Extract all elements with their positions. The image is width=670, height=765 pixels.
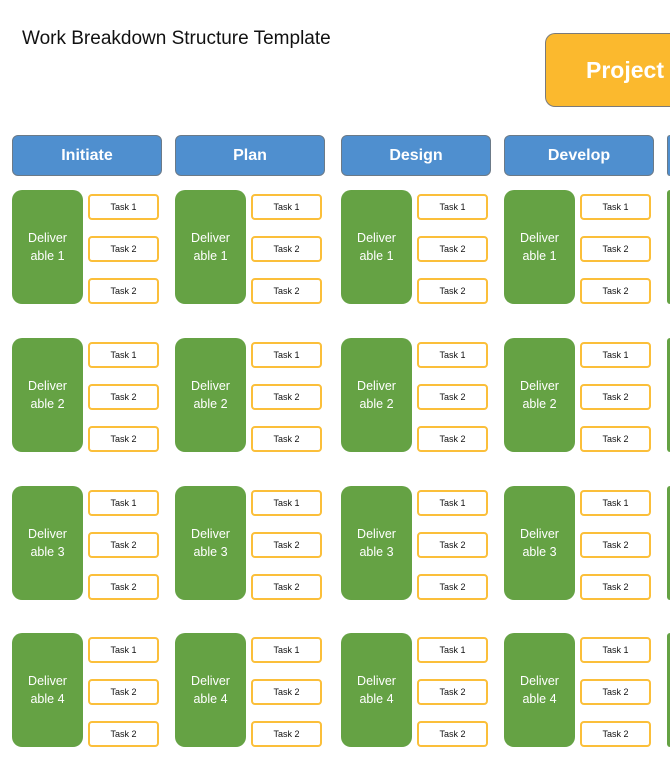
deliverable-group: Deliver able 4 Task 1 Task 2 Task 2 (12, 633, 162, 748)
deliverable-group: Deliver able 4 Task 1 Task 2 Task 2 (341, 633, 491, 748)
task-box[interactable]: Task 1 (88, 490, 159, 516)
deliverable-group: Deliver able 4 Task 1 Task 2 Task 2 (504, 633, 654, 748)
task-box[interactable]: Task 2 (417, 384, 488, 410)
phase-column: Initiate Deliver able 1 Task 1 Task 2 Task 2… (12, 135, 162, 747)
deliverable-box[interactable]: Deliver able 1 (12, 190, 83, 304)
task-box[interactable]: Task 1 (580, 342, 651, 368)
deliverable-box[interactable]: Deliver able 2 (12, 338, 83, 452)
deliverable-group: Deliver able 2 Task 1 Task 2 Task 2 (341, 338, 491, 453)
task-box[interactable]: Task 2 (580, 679, 651, 705)
deliverable-group: Deliver able 2 Task 1 Task 2 Task 2 (175, 338, 325, 453)
task-box[interactable]: Task 2 (417, 532, 488, 558)
task-box[interactable]: Task 1 (580, 490, 651, 516)
task-box[interactable]: Task 2 (251, 532, 322, 558)
deliverable-box[interactable]: Deliver able 1 (341, 190, 412, 304)
deliverable-box[interactable]: Deliver able 2 (504, 338, 575, 452)
deliverable-box[interactable]: Deliver able 3 (12, 486, 83, 600)
task-box[interactable]: Task 1 (580, 637, 651, 663)
task-box[interactable]: Task 1 (251, 194, 322, 220)
deliverable-box[interactable]: Deliver able 3 (341, 486, 412, 600)
task-box[interactable]: Task 1 (88, 194, 159, 220)
task-box[interactable]: Task 2 (251, 426, 322, 452)
task-box[interactable]: Task 2 (417, 721, 488, 747)
task-box[interactable]: Task 2 (88, 426, 159, 452)
task-box[interactable]: Task 1 (88, 342, 159, 368)
project-box[interactable]: Project (545, 33, 670, 107)
task-box[interactable]: Task 2 (88, 384, 159, 410)
task-box[interactable]: Task 2 (251, 574, 322, 600)
phase-header[interactable]: Design (341, 135, 491, 176)
phase-header[interactable]: Initiate (12, 135, 162, 176)
task-box[interactable]: Task 2 (251, 236, 322, 262)
task-box[interactable]: Task 2 (417, 426, 488, 452)
phase-header[interactable]: Develop (504, 135, 654, 176)
page-title: Work Breakdown Structure Template (22, 28, 331, 49)
deliverable-group: Deliver able 4 Task 1 Task 2 Task 2 (175, 633, 325, 748)
task-box[interactable]: Task 2 (251, 278, 322, 304)
task-box[interactable]: Task 2 (417, 679, 488, 705)
task-box[interactable]: Task 2 (417, 236, 488, 262)
task-box[interactable]: Task 2 (88, 278, 159, 304)
task-box[interactable]: Task 1 (417, 194, 488, 220)
task-box[interactable]: Task 2 (417, 574, 488, 600)
deliverable-box[interactable]: Deliver able 4 (504, 633, 575, 747)
task-box[interactable]: Task 2 (88, 532, 159, 558)
task-box[interactable]: Task 2 (580, 532, 651, 558)
task-box[interactable]: Task 1 (251, 342, 322, 368)
task-box[interactable]: Task 1 (251, 637, 322, 663)
deliverable-group: Deliver able 3 Task 1 Task 2 Task 2 (175, 486, 325, 601)
task-box[interactable]: Task 2 (580, 278, 651, 304)
deliverable-box[interactable]: Deliver able 2 (175, 338, 246, 452)
deliverable-box[interactable]: Deliver able 3 (504, 486, 575, 600)
task-box[interactable]: Task 2 (88, 236, 159, 262)
task-box[interactable]: Task 1 (417, 342, 488, 368)
deliverable-group: Deliver able 3 Task 1 Task 2 Task 2 (341, 486, 491, 601)
task-box[interactable]: Task 2 (251, 679, 322, 705)
task-box[interactable]: Task 1 (417, 637, 488, 663)
task-box[interactable]: Task 2 (580, 236, 651, 262)
task-box[interactable]: Task 2 (251, 384, 322, 410)
task-box[interactable]: Task 1 (251, 490, 322, 516)
task-box[interactable]: Task 2 (251, 721, 322, 747)
deliverable-group: Deliver able 2 Task 1 Task 2 Task 2 (12, 338, 162, 453)
deliverable-box[interactable]: Deliver able 1 (504, 190, 575, 304)
deliverable-group: Deliver able 2 Task 1 Task 2 Task 2 (504, 338, 654, 453)
task-box[interactable]: Task 1 (417, 490, 488, 516)
phase-header[interactable]: Plan (175, 135, 325, 176)
deliverable-group: Deliver able 1 Task 1 Task 2 Task 2 (504, 190, 654, 305)
task-box[interactable]: Task 1 (580, 194, 651, 220)
deliverable-group: Deliver able 1 Task 1 Task 2 Task 2 (12, 190, 162, 305)
task-box[interactable]: Task 2 (417, 278, 488, 304)
deliverable-box[interactable]: Deliver able 4 (175, 633, 246, 747)
phase-column: Plan Deliver able 1 Task 1 Task 2 Task 2 Deli… (175, 135, 325, 747)
deliverable-box[interactable]: Deliver able 4 (341, 633, 412, 747)
task-box[interactable]: Task 1 (88, 637, 159, 663)
task-box[interactable]: Task 2 (88, 721, 159, 747)
deliverable-box[interactable]: Deliver able 4 (12, 633, 83, 747)
task-box[interactable]: Task 2 (580, 426, 651, 452)
task-box[interactable]: Task 2 (88, 574, 159, 600)
task-box[interactable]: Task 2 (580, 721, 651, 747)
task-box[interactable]: Task 2 (580, 384, 651, 410)
phase-column: Develop Deliver able 1 Task 1 Task 2 Task 2D… (504, 135, 654, 747)
deliverable-box[interactable]: Deliver able 1 (175, 190, 246, 304)
deliverable-group: Deliver able 3 Task 1 Task 2 Task 2 (504, 486, 654, 601)
phase-column: Design Deliver able 1 Task 1 Task 2 Task 2 De… (341, 135, 491, 747)
deliverable-box[interactable]: Deliver able 2 (341, 338, 412, 452)
deliverable-group: Deliver able 3 Task 1 Task 2 Task 2 (12, 486, 162, 601)
deliverable-group: Deliver able 1 Task 1 Task 2 Task 2 (341, 190, 491, 305)
task-box[interactable]: Task 2 (88, 679, 159, 705)
deliverable-group: Deliver able 1 Task 1 Task 2 Task 2 (175, 190, 325, 305)
task-box[interactable]: Task 2 (580, 574, 651, 600)
deliverable-box[interactable]: Deliver able 3 (175, 486, 246, 600)
